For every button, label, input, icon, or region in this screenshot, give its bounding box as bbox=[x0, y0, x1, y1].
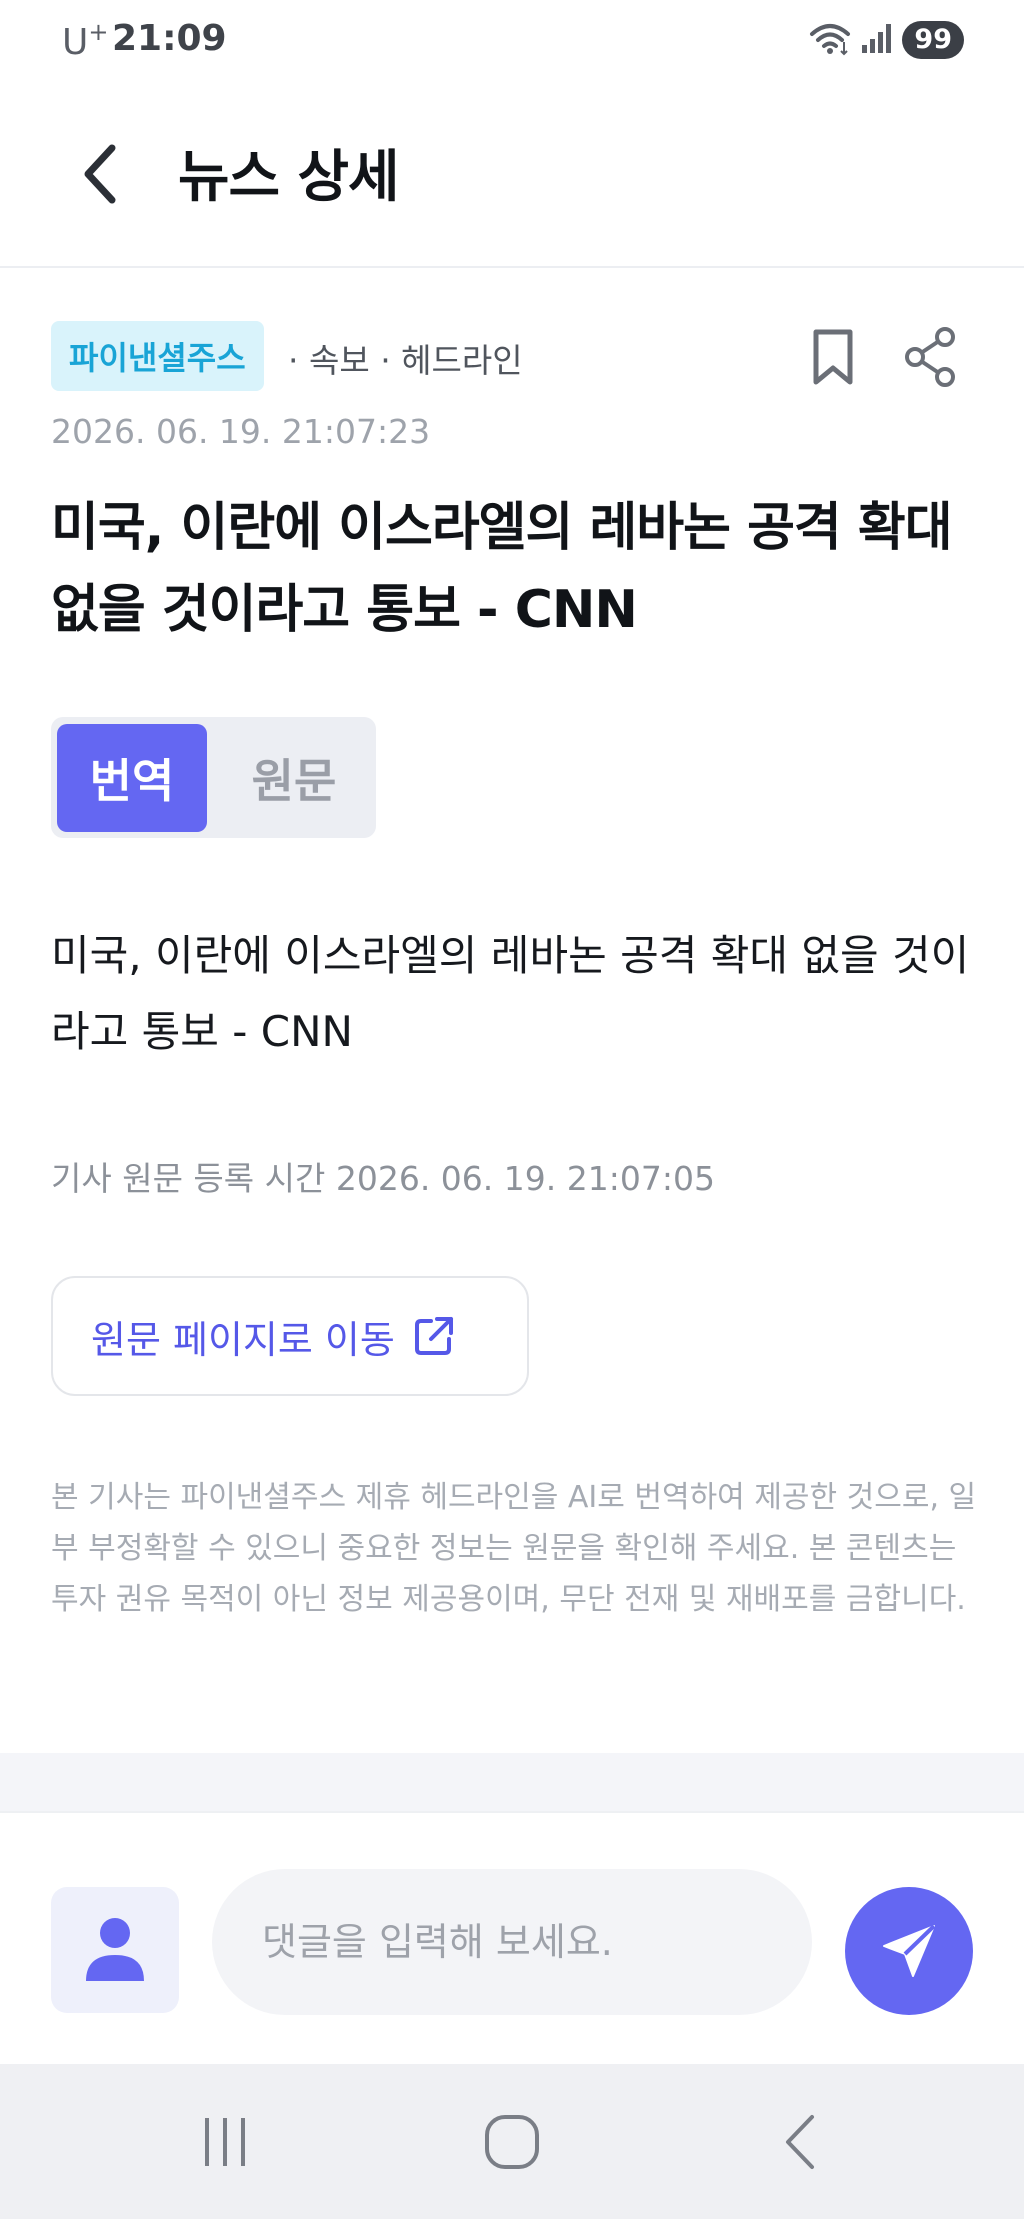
home-button[interactable] bbox=[412, 2064, 612, 2219]
comment-bar bbox=[0, 1811, 1024, 2066]
article-tags: · 속보 · 헤드라인 bbox=[288, 341, 523, 380]
chevron-left-icon bbox=[84, 144, 116, 204]
app-header: 뉴스 상세 bbox=[0, 80, 1024, 268]
original-page-label: 원문 페이지로 이동 bbox=[91, 1317, 395, 1362]
source-badge: 파이낸셜주스 bbox=[51, 321, 264, 391]
share-icon bbox=[905, 327, 955, 387]
external-link-icon bbox=[414, 1317, 453, 1355]
article-body: 미국, 이란에 이스라엘의 레바논 공격 확대 없을 것이라고 통보 - CNN bbox=[51, 931, 970, 1056]
send-icon bbox=[883, 1924, 936, 1977]
status-bar: U+ 21:09 99 bbox=[0, 0, 1024, 80]
article-date: 2026. 06. 19. 21:07:23 bbox=[51, 412, 431, 451]
system-back-button[interactable] bbox=[700, 2064, 900, 2219]
page-title: 뉴스 상세 bbox=[178, 145, 400, 210]
article-headline: 미국, 이란에 이스라엘의 레바논 공격 확대 없을 것이라고 통보 - CNN bbox=[51, 498, 953, 640]
recent-apps-icon bbox=[205, 2117, 245, 2166]
original-register-time: 기사 원문 등록 시간 2026. 06. 19. 21:07:05 bbox=[51, 1159, 715, 1198]
carrier-label: U+ bbox=[62, 18, 109, 63]
back-arrow-icon bbox=[786, 2114, 814, 2169]
home-icon bbox=[485, 2114, 539, 2169]
bookmark-icon bbox=[813, 329, 853, 385]
section-divider bbox=[0, 1753, 1024, 1811]
avatar bbox=[51, 1887, 179, 2013]
translated-tab[interactable]: 번역 bbox=[57, 724, 207, 832]
battery-indicator: 99 bbox=[902, 21, 964, 59]
recent-apps-button[interactable] bbox=[125, 2064, 325, 2219]
language-toggle: 번역 원문 bbox=[51, 717, 376, 838]
back-button[interactable] bbox=[70, 136, 130, 212]
original-page-button[interactable]: 원문 페이지로 이동 bbox=[51, 1276, 529, 1396]
send-button[interactable] bbox=[845, 1887, 973, 2015]
wifi-icon bbox=[808, 20, 852, 60]
comment-input[interactable] bbox=[212, 1869, 812, 2015]
disclaimer-text: 본 기사는 파이낸셜주스 제휴 헤드라인을 AI로 번역하여 제공한 것으로, … bbox=[51, 1480, 977, 1617]
bookmark-button[interactable] bbox=[806, 320, 860, 394]
original-tab[interactable]: 원문 bbox=[219, 724, 369, 832]
user-icon bbox=[86, 1918, 144, 1981]
status-time: 21:09 bbox=[112, 18, 227, 59]
system-nav-bar bbox=[0, 2064, 1024, 2219]
status-icons: 99 bbox=[808, 20, 964, 60]
share-button[interactable] bbox=[898, 322, 962, 392]
signal-icon bbox=[860, 21, 894, 59]
